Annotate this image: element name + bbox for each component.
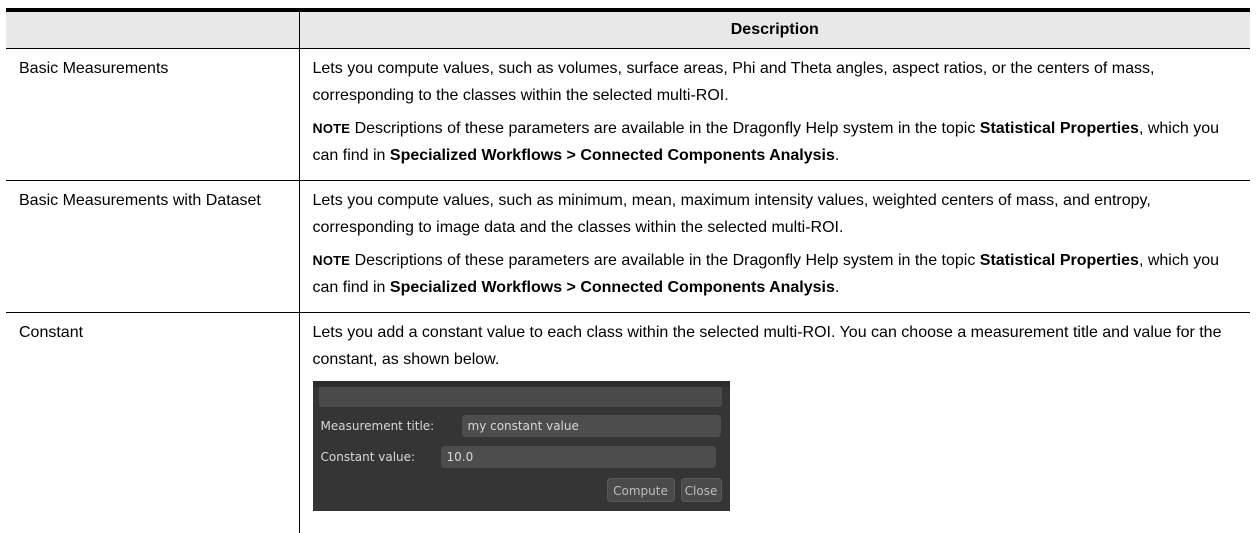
row-description: Lets you compute values, such as minimum… <box>299 181 1250 313</box>
note-path: Specialized Workflows > Connected Compon… <box>390 279 835 296</box>
note-path: Specialized Workflows > Connected Compon… <box>390 147 835 164</box>
note-label: NOTE <box>313 121 351 136</box>
note-topic-link: Statistical Properties <box>980 120 1139 137</box>
header-row: Description <box>6 10 1250 49</box>
constant-value-field[interactable]: 10.0 <box>441 446 716 468</box>
table-row: Constant Lets you add a constant value t… <box>6 313 1250 533</box>
measurement-title-label: Measurement title: <box>321 418 435 434</box>
row-name: Constant <box>6 313 299 533</box>
description-text: Lets you compute values, such as minimum… <box>313 187 1241 241</box>
note-paragraph: NOTE Descriptions of these parameters ar… <box>313 115 1241 169</box>
parameters-table: Description Basic Measurements Lets you … <box>6 8 1250 533</box>
close-button[interactable]: Close <box>681 478 722 502</box>
row-name: Basic Measurements <box>6 49 299 181</box>
description-text: Lets you add a constant value to each cl… <box>313 319 1241 373</box>
row-name: Basic Measurements with Dataset <box>6 181 299 313</box>
note-label: NOTE <box>313 253 351 268</box>
compute-button[interactable]: Compute <box>607 478 675 502</box>
note-paragraph: NOTE Descriptions of these parameters ar… <box>313 247 1241 301</box>
constant-value-label: Constant value: <box>321 449 416 465</box>
header-name-cell <box>6 10 299 49</box>
table-row: Basic Measurements with Dataset Lets you… <box>6 181 1250 313</box>
row-description: Lets you add a constant value to each cl… <box>299 313 1250 533</box>
header-description-cell: Description <box>299 10 1250 49</box>
table-row: Basic Measurements Lets you compute valu… <box>6 49 1250 181</box>
row-description: Lets you compute values, such as volumes… <box>299 49 1250 181</box>
dialog-top-field <box>319 387 722 407</box>
constant-dialog-screenshot: Measurement title: my constant value Con… <box>313 381 730 511</box>
note-topic-link: Statistical Properties <box>980 252 1139 269</box>
measurement-title-field[interactable]: my constant value <box>462 415 721 437</box>
description-text: Lets you compute values, such as volumes… <box>313 55 1241 109</box>
